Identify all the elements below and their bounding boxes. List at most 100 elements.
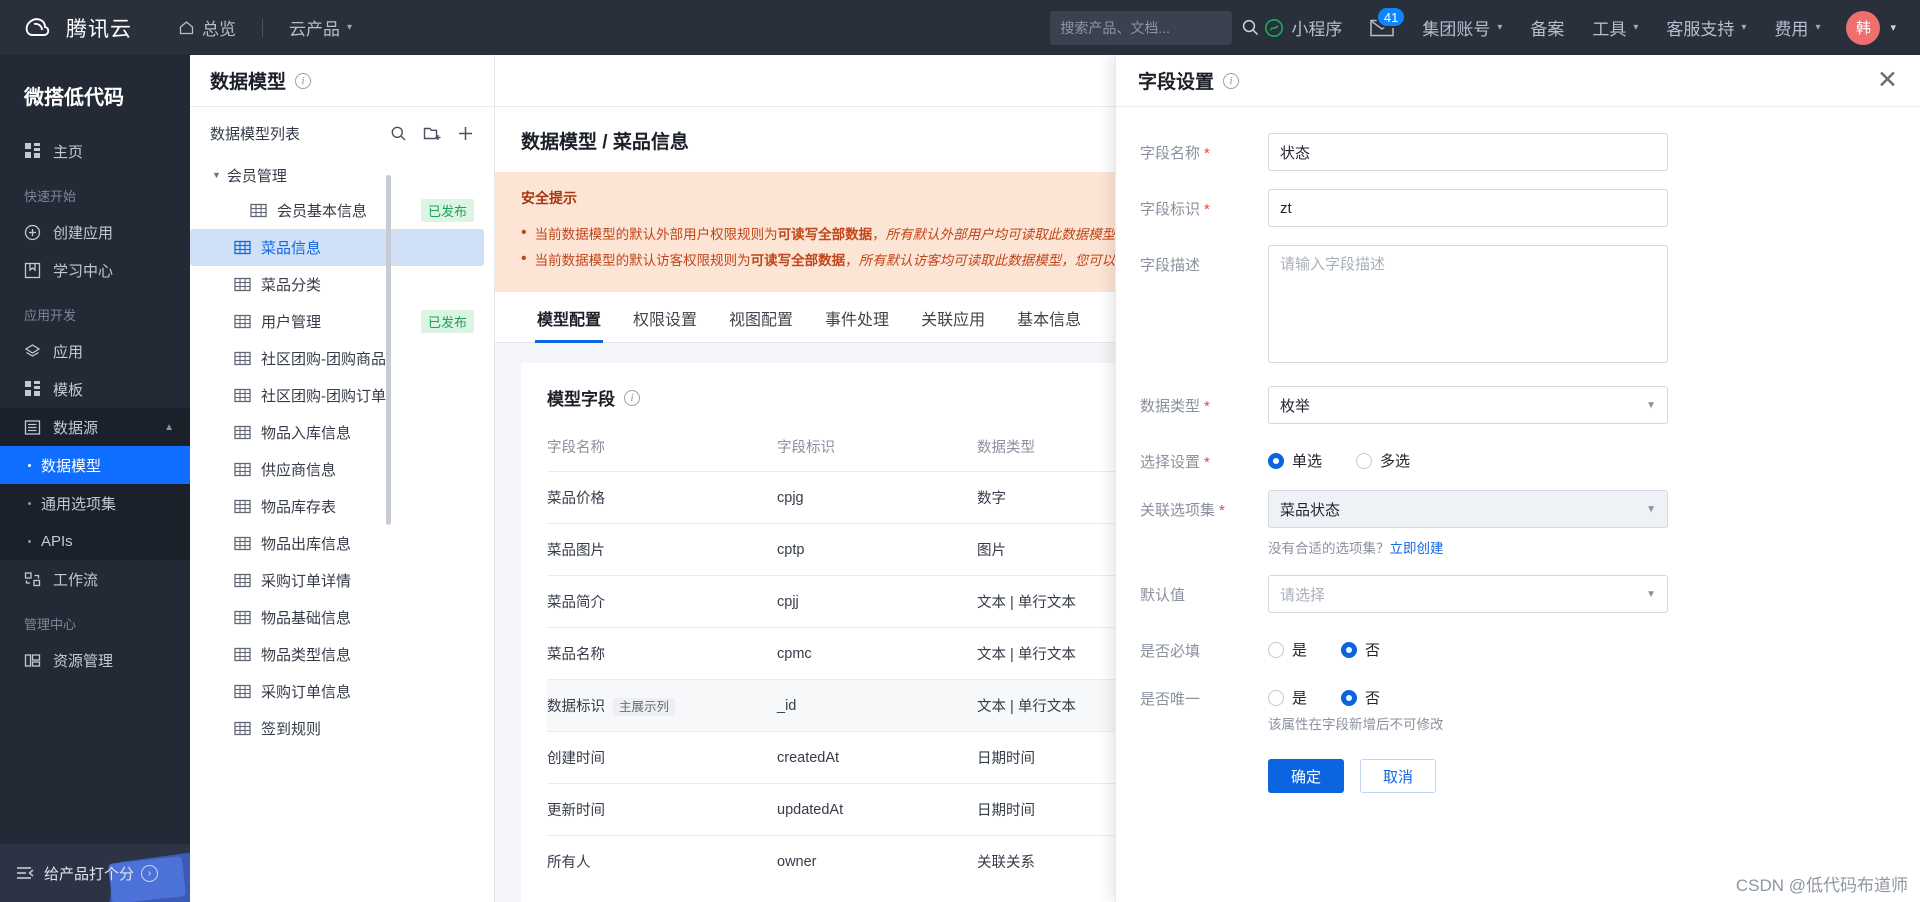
- list-item[interactable]: 供应商信息: [190, 451, 484, 488]
- option-set-row: 关联选项集 * 菜品状态 ▼ 没有合适的选项集？立即创建: [1140, 490, 1896, 557]
- model-fields-title: 模型字段: [547, 390, 615, 409]
- create-option-set-link[interactable]: 立即创建: [1390, 541, 1444, 556]
- field-name-input[interactable]: [1268, 133, 1668, 171]
- nav-miniprogram-label: 小程序: [1291, 20, 1343, 39]
- tab-basic-info[interactable]: 基本信息: [1001, 292, 1097, 342]
- cancel-button[interactable]: 取消: [1360, 759, 1437, 793]
- sidebar-item-learning-center[interactable]: 学习中心: [0, 251, 190, 289]
- table-icon: [234, 461, 251, 478]
- nav-beian[interactable]: 备案: [1518, 9, 1576, 46]
- option-set-select[interactable]: 菜品状态 ▼: [1268, 490, 1668, 528]
- select-setting-row: 选择设置 * 单选 多选: [1140, 442, 1896, 472]
- model-list-toolbar: 数据模型列表: [190, 107, 494, 152]
- sidebar-item-template[interactable]: 模板: [0, 370, 190, 408]
- list-item[interactable]: 签到规则: [190, 710, 484, 747]
- radio-single-select[interactable]: 单选: [1268, 450, 1322, 471]
- list-item[interactable]: 菜品信息: [190, 229, 484, 266]
- drawer-actions: 确定 取消: [1140, 733, 1896, 793]
- field-desc-textarea[interactable]: [1268, 245, 1668, 363]
- radio-required-yes[interactable]: 是: [1268, 639, 1307, 660]
- list-item[interactable]: 物品入库信息: [190, 414, 484, 451]
- radio-unique-no[interactable]: 否: [1341, 687, 1380, 708]
- nav-tools[interactable]: 工具 ▾: [1580, 9, 1650, 46]
- list-item[interactable]: 物品出库信息: [190, 525, 484, 562]
- sidebar-item-workflow[interactable]: 工作流: [0, 560, 190, 598]
- sidebar-item-home[interactable]: 主页: [0, 132, 190, 170]
- nav-messages[interactable]: 41: [1358, 6, 1407, 43]
- search-input[interactable]: [1060, 19, 1242, 36]
- info-icon[interactable]: i: [1223, 72, 1240, 89]
- field-key-input[interactable]: [1268, 189, 1668, 227]
- nav-billing[interactable]: 费用 ▾: [1762, 9, 1832, 46]
- workflow-icon: [24, 571, 41, 588]
- chevron-down-icon: ▼: [1646, 503, 1656, 515]
- list-item[interactable]: 物品基础信息: [190, 599, 484, 636]
- confirm-button[interactable]: 确定: [1268, 759, 1345, 793]
- table-icon: [234, 720, 251, 737]
- list-item[interactable]: 社区团购-团购商品: [190, 340, 484, 377]
- radio-unique-yes[interactable]: 是: [1268, 687, 1307, 708]
- sidebar-item-data-model[interactable]: 数据模型: [0, 446, 190, 484]
- list-item[interactable]: 菜品分类: [190, 266, 484, 303]
- sidebar-item-option-sets[interactable]: 通用选项集: [0, 484, 190, 522]
- field-desc-label: 字段描述: [1140, 257, 1201, 274]
- radio-required-no[interactable]: 否: [1341, 639, 1380, 660]
- tree-folder-member-management[interactable]: ▼ 会员管理: [190, 158, 494, 192]
- list-item[interactable]: 采购订单信息: [190, 673, 484, 710]
- nav-group-account-label: 集团账号: [1422, 20, 1491, 39]
- sidebar-item-application[interactable]: 应用: [0, 332, 190, 370]
- list-item[interactable]: 采购订单详情: [190, 562, 484, 599]
- sidebar-item-datasource[interactable]: 数据源 ▲: [0, 408, 190, 446]
- global-search[interactable]: [1050, 10, 1259, 45]
- list-item[interactable]: 物品库存表: [190, 488, 484, 525]
- sidebar-item-create-app[interactable]: 创建应用: [0, 213, 190, 251]
- tab-event-handling[interactable]: 事件处理: [809, 292, 905, 342]
- avatar[interactable]: 韩: [1846, 10, 1881, 45]
- resource-icon: [24, 652, 41, 669]
- default-value-row: 默认值 请选择 ▼: [1140, 575, 1896, 613]
- list-item[interactable]: 会员基本信息 已发布: [190, 192, 484, 229]
- new-folder-icon[interactable]: [423, 125, 441, 142]
- tab-related-apps[interactable]: 关联应用: [905, 292, 1001, 342]
- sidebar-item-apis[interactable]: APIs: [0, 522, 190, 560]
- tab-view-config[interactable]: 视图配置: [713, 292, 809, 342]
- list-item[interactable]: 用户管理 已发布: [190, 303, 484, 340]
- default-value-control: 请选择 ▼: [1268, 575, 1668, 613]
- close-icon[interactable]: ✕: [1877, 68, 1898, 93]
- sidebar-item-resource-management[interactable]: 资源管理: [0, 641, 190, 679]
- tab-permission-settings[interactable]: 权限设置: [617, 292, 713, 342]
- default-value-select[interactable]: 请选择 ▼: [1268, 575, 1668, 613]
- cell-field-name: 菜品名称: [547, 627, 777, 680]
- data-type-select[interactable]: 枚举 ▼: [1268, 386, 1668, 424]
- nav-support[interactable]: 客服支持 ▾: [1654, 9, 1758, 46]
- tree-folder-label: 会员管理: [226, 167, 287, 185]
- list-item-label: 物品入库信息: [261, 425, 352, 442]
- search-icon[interactable]: [1241, 18, 1260, 37]
- nav-overview[interactable]: 总览: [166, 9, 248, 46]
- nav-miniprogram[interactable]: 小程序: [1252, 9, 1354, 46]
- sidebar-submenu-datasource: 数据模型 通用选项集 APIs: [0, 446, 190, 560]
- search-icon[interactable]: [390, 125, 407, 142]
- list-item[interactable]: 社区团购-团购订单: [190, 377, 484, 414]
- collapse-icon[interactable]: [16, 865, 34, 881]
- plus-circle-icon: [24, 224, 41, 241]
- info-icon[interactable]: i: [295, 72, 312, 89]
- model-list-scrollbar[interactable]: [386, 175, 391, 525]
- book-icon: [24, 262, 41, 279]
- info-icon[interactable]: i: [624, 389, 640, 406]
- radio-multi-select[interactable]: 多选: [1356, 450, 1410, 471]
- table-icon: [234, 646, 251, 663]
- triangle-down-icon[interactable]: ▼: [212, 170, 221, 180]
- list-item[interactable]: 物品类型信息: [190, 636, 484, 673]
- radio-required-no-label: 否: [1365, 642, 1381, 659]
- rate-product-footer[interactable]: 给产品打个分 ›: [0, 844, 190, 902]
- nav-group-account[interactable]: 集团账号 ▾: [1410, 9, 1514, 46]
- nav-cloud-products[interactable]: 云产品 ▾: [277, 9, 364, 46]
- brand[interactable]: 腾讯云: [20, 11, 132, 45]
- add-icon[interactable]: [457, 125, 474, 142]
- avatar-chevron-down-icon[interactable]: ▾: [1890, 21, 1896, 34]
- field-key-row: 字段标识 *: [1140, 189, 1896, 227]
- nav-support-label: 客服支持: [1666, 20, 1735, 39]
- option-set-control: 菜品状态 ▼ 没有合适的选项集？立即创建: [1268, 490, 1668, 557]
- tab-model-config[interactable]: 模型配置: [521, 292, 617, 343]
